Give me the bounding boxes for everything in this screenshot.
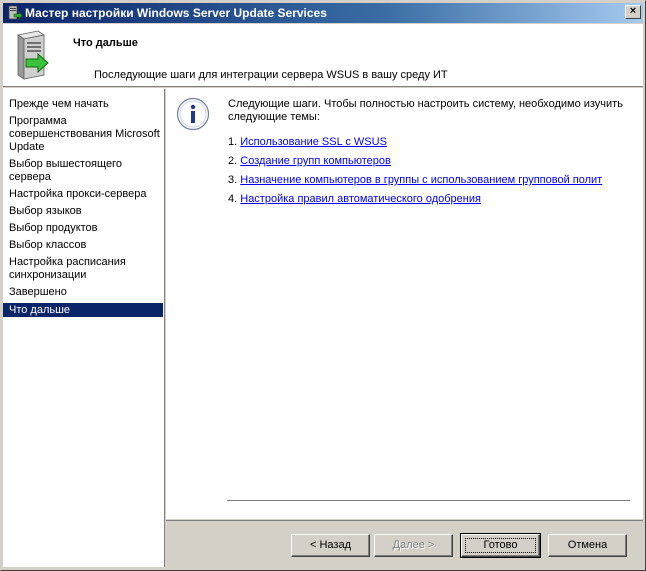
step-upstream-server[interactable]: Выбор вышестоящего сервера <box>3 158 143 184</box>
title-bar[interactable]: Мастер настройки Windows Server Update S… <box>3 3 643 23</box>
wizard-window: Мастер настройки Windows Server Update S… <box>0 0 646 571</box>
link-assign-computers[interactable]: Назначение компьютеров в группы с исполь… <box>240 174 602 186</box>
window-title: Мастер настройки Windows Server Update S… <box>25 6 327 20</box>
link-auto-approval[interactable]: Настройка правил автоматического одобрен… <box>240 193 481 205</box>
step-finished[interactable]: Завершено <box>3 286 163 299</box>
close-icon: × <box>629 5 637 17</box>
page-title: Что дальше <box>73 37 138 49</box>
cancel-button[interactable]: Отмена <box>548 534 627 557</box>
step-improvement-program[interactable]: Программа совершенствования Microsoft Up… <box>3 115 161 154</box>
step-products[interactable]: Выбор продуктов <box>3 222 163 235</box>
wizard-steps-panel: Прежде чем начать Программа совершенство… <box>3 89 165 567</box>
content-separator-highlight <box>227 501 630 502</box>
wsus-app-icon <box>8 5 22 20</box>
page-subtitle: Последующие шаги для интеграции сервера … <box>94 69 448 81</box>
wizard-header: Что дальше Последующие шаги для интеграц… <box>3 24 643 87</box>
step-languages[interactable]: Выбор языков <box>3 205 163 218</box>
step-classifications[interactable]: Выбор классов <box>3 239 163 252</box>
info-icon <box>176 97 210 131</box>
next-step-4: 4. Настройка правил автоматического одоб… <box>228 193 481 205</box>
step-sync-schedule[interactable]: Настройка расписания синхронизации <box>3 256 143 282</box>
finish-button[interactable]: Готово <box>460 533 541 558</box>
next-step-2: 2. Создание групп компьютеров <box>228 155 391 167</box>
next-button: Далее > <box>374 534 453 557</box>
intro-text: Следующие шаги. Чтобы полностью настроит… <box>228 98 623 123</box>
link-number: 2. <box>228 155 238 167</box>
link-create-groups[interactable]: Создание групп компьютеров <box>240 155 391 167</box>
next-step-1: 1. Использование SSL с WSUS <box>228 136 387 148</box>
focus-rect <box>465 538 536 553</box>
link-ssl[interactable]: Использование SSL с WSUS <box>240 136 387 148</box>
next-step-3: 3. Назначение компьютеров в группы с исп… <box>228 174 602 186</box>
close-button[interactable]: × <box>625 5 641 19</box>
step-proxy-server[interactable]: Настройка прокси-сервера <box>3 188 163 201</box>
link-number: 1. <box>228 136 238 148</box>
link-number: 3. <box>228 174 238 186</box>
step-whats-next[interactable]: Что дальше <box>3 303 163 317</box>
step-before-you-begin[interactable]: Прежде чем начать <box>3 98 163 111</box>
content-panel: Следующие шаги. Чтобы полностью настроит… <box>166 89 643 519</box>
link-number: 4. <box>228 193 238 205</box>
server-update-icon <box>16 30 49 80</box>
back-button[interactable]: < Назад <box>291 534 370 557</box>
